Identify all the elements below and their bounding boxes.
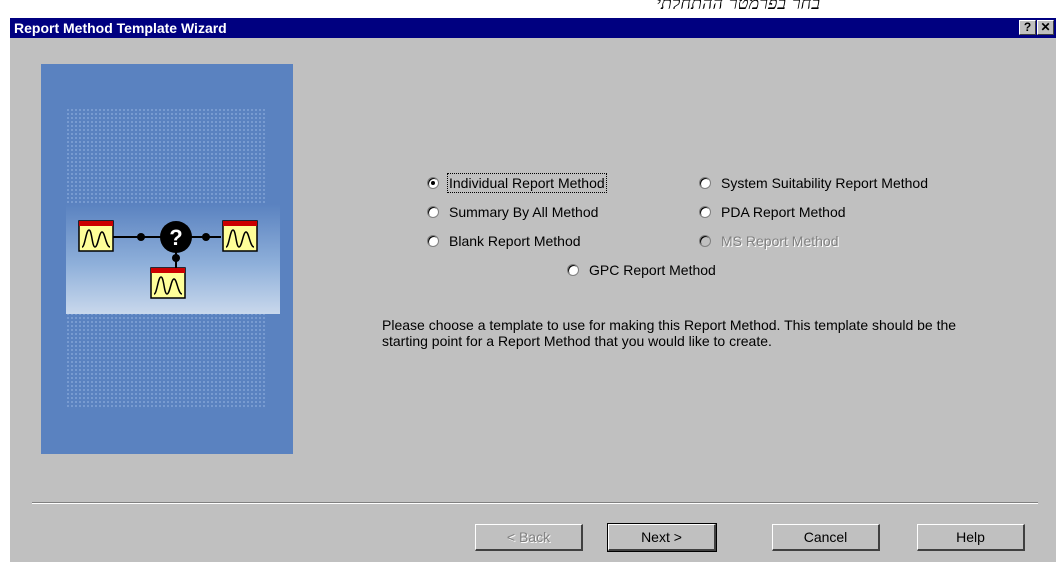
chromatogram-icon-bottom <box>150 267 186 299</box>
template-diagram-icon: ? <box>78 220 258 299</box>
radio-indicator[interactable] <box>699 206 711 218</box>
instruction-text: Please choose a template to use for maki… <box>382 317 957 349</box>
background-strip: בחר בפרמטר ההתחלתי <box>0 0 1056 18</box>
next-button[interactable]: Next > <box>607 523 717 552</box>
separator-line <box>32 502 1038 504</box>
svg-text:?: ? <box>169 225 182 250</box>
back-button[interactable]: < Back <box>475 524 583 551</box>
radio-system-suitability[interactable]: System Suitability Report Method <box>699 173 928 193</box>
radio-indicator[interactable] <box>699 177 711 189</box>
back-button-label: < Back <box>506 529 551 545</box>
radio-indicator[interactable] <box>567 264 579 276</box>
radio-indicator[interactable] <box>427 206 439 218</box>
radio-indicator[interactable] <box>427 235 439 247</box>
radio-indicator <box>699 235 711 247</box>
wizard-illustration-panel: ? <box>41 64 293 454</box>
radio-individual-report[interactable]: Individual Report Method <box>427 173 607 193</box>
next-button-label: Next > <box>641 529 682 545</box>
title-bar: Report Method Template Wizard ? ✕ <box>10 18 1056 38</box>
chromatogram-icon-left <box>78 220 114 252</box>
cancel-button-label: Cancel <box>803 529 848 545</box>
radio-label: Summary By All Method <box>449 204 599 220</box>
radio-ms-report: MS Report Method <box>699 231 839 251</box>
radio-label: MS Report Method <box>721 233 839 249</box>
window-title: Report Method Template Wizard <box>14 20 227 36</box>
radio-blank-report[interactable]: Blank Report Method <box>427 231 581 251</box>
dialog-client-area: ? Individual Report Method Summary By Al… <box>10 38 1056 562</box>
help-button[interactable]: Help <box>917 524 1025 551</box>
help-button-label: Help <box>956 529 985 545</box>
close-title-button[interactable]: ✕ <box>1037 20 1054 35</box>
chromatogram-icon-right <box>222 220 258 252</box>
cancel-button[interactable]: Cancel <box>772 524 880 551</box>
radio-pda-report[interactable]: PDA Report Method <box>699 202 846 222</box>
radio-label: Blank Report Method <box>449 233 581 249</box>
radio-summary-by-all[interactable]: Summary By All Method <box>427 202 598 222</box>
handwritten-note: בחר בפרמטר ההתחלתי <box>656 0 820 14</box>
help-title-button[interactable]: ? <box>1019 20 1036 35</box>
radio-indicator[interactable] <box>427 177 439 189</box>
radio-label: PDA Report Method <box>721 204 846 220</box>
radio-label: System Suitability Report Method <box>721 175 928 191</box>
radio-gpc-report[interactable]: GPC Report Method <box>567 260 716 280</box>
radio-label: Individual Report Method <box>447 173 607 193</box>
radio-label: GPC Report Method <box>589 262 716 278</box>
